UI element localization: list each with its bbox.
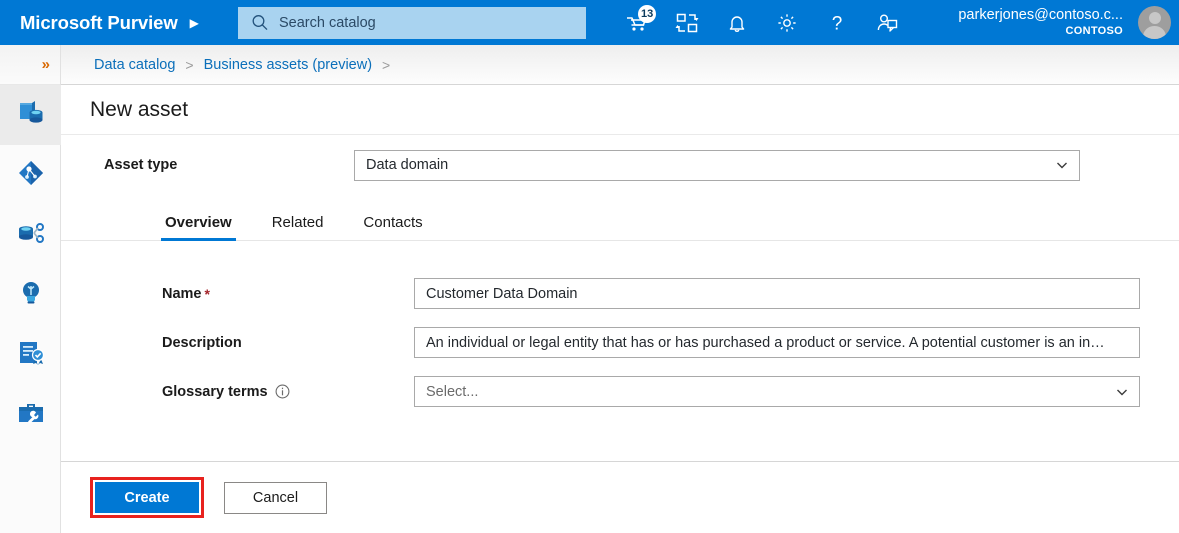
- brand-title[interactable]: Microsoft Purview: [20, 12, 178, 34]
- cart-badge-count: 13: [638, 5, 656, 23]
- management-toolbox-icon: [15, 397, 47, 434]
- description-input[interactable]: An individual or legal entity that has o…: [414, 327, 1140, 358]
- glossary-terms-label: Glossary terms: [162, 384, 414, 400]
- tab-contacts[interactable]: Contacts: [359, 214, 426, 240]
- header-icon-group: 13: [612, 0, 912, 45]
- asset-type-dropdown[interactable]: Data domain: [354, 150, 1080, 181]
- tab-related[interactable]: Related: [268, 214, 328, 240]
- chevron-down-icon: [1055, 158, 1069, 172]
- name-input[interactable]: Customer Data Domain: [414, 278, 1140, 309]
- search-icon: [250, 13, 270, 33]
- sidebar-item-data-quality[interactable]: [0, 325, 61, 385]
- name-value: Customer Data Domain: [426, 286, 578, 302]
- sidebar-item-data-estate-insights[interactable]: [0, 205, 61, 265]
- description-label: Description: [162, 335, 414, 351]
- user-org: CONTOSO: [1065, 24, 1123, 38]
- left-navigation-rail: »: [0, 45, 61, 533]
- chevron-right-icon: >: [382, 57, 390, 73]
- user-email: parkerjones@contoso.c...: [958, 7, 1123, 24]
- search-placeholder: Search catalog: [279, 15, 376, 31]
- rail-expand-button[interactable]: »: [0, 45, 60, 85]
- top-header-bar: Microsoft Purview ▶ Search catalog 13: [0, 0, 1179, 45]
- description-row: Description An individual or legal entit…: [61, 318, 1179, 367]
- chevron-right-icon: >: [185, 57, 193, 73]
- required-marker: *: [205, 286, 210, 302]
- avatar-body: [1143, 26, 1166, 39]
- data-policy-icon: [15, 277, 47, 314]
- description-value: An individual or legal entity that has o…: [426, 335, 1105, 351]
- data-catalog-icon: [15, 97, 47, 134]
- caret-right-icon[interactable]: ▶: [190, 17, 199, 29]
- form-actions: Create Cancel: [61, 462, 1179, 533]
- svg-text:?: ?: [832, 13, 843, 34]
- info-circle-icon[interactable]: [275, 384, 290, 399]
- feedback-person-icon[interactable]: [862, 0, 912, 45]
- asset-type-label: Asset type: [104, 157, 354, 173]
- settings-gear-icon[interactable]: [762, 0, 812, 45]
- new-asset-form: Asset type Data domain Overview Related …: [61, 135, 1179, 462]
- asset-tabs: Overview Related Contacts: [61, 195, 1179, 241]
- data-quality-certificate-icon: [15, 337, 47, 374]
- name-row: Name * Customer Data Domain: [61, 269, 1179, 318]
- breadcrumb-item-data-catalog[interactable]: Data catalog: [94, 57, 175, 73]
- tab-overview[interactable]: Overview: [161, 214, 236, 240]
- name-label: Name *: [162, 286, 414, 302]
- chevron-down-icon: [1115, 385, 1129, 399]
- overview-fields: Name * Customer Data Domain Description …: [61, 241, 1179, 416]
- asset-type-value: Data domain: [366, 157, 448, 173]
- search-input[interactable]: Search catalog: [238, 7, 586, 39]
- cancel-button[interactable]: Cancel: [224, 482, 327, 514]
- breadcrumb-item-business-assets[interactable]: Business assets (preview): [204, 57, 372, 73]
- notification-bell-icon[interactable]: [712, 0, 762, 45]
- help-question-icon[interactable]: ?: [812, 0, 862, 45]
- content-area: Data catalog > Business assets (preview)…: [61, 45, 1179, 533]
- avatar-head: [1149, 12, 1161, 24]
- glossary-terms-dropdown[interactable]: Select...: [414, 376, 1140, 407]
- page-title-row: New asset: [61, 85, 1179, 135]
- page-title: New asset: [90, 98, 188, 122]
- data-estate-insights-icon: [15, 217, 47, 254]
- create-button[interactable]: Create: [95, 482, 199, 513]
- sidebar-item-management[interactable]: [0, 385, 61, 445]
- create-button-highlight: Create: [90, 477, 204, 518]
- data-map-icon[interactable]: [662, 0, 712, 45]
- sidebar-item-data-policy[interactable]: [0, 265, 61, 325]
- glossary-terms-label-text: Glossary terms: [162, 384, 268, 400]
- asset-type-row: Asset type Data domain: [61, 135, 1179, 195]
- sidebar-item-data-map[interactable]: [0, 145, 61, 205]
- glossary-terms-row: Glossary terms Select...: [61, 367, 1179, 416]
- shopping-cart-icon[interactable]: 13: [612, 0, 662, 45]
- sidebar-item-data-catalog[interactable]: [0, 85, 61, 145]
- glossary-terms-placeholder: Select...: [426, 384, 478, 400]
- breadcrumb: Data catalog > Business assets (preview)…: [61, 45, 1179, 85]
- chevron-double-right-icon: »: [42, 57, 48, 72]
- data-map-icon: [15, 157, 47, 194]
- avatar[interactable]: [1138, 6, 1171, 39]
- user-account-menu[interactable]: parkerjones@contoso.c... CONTOSO: [958, 0, 1123, 45]
- name-label-text: Name: [162, 286, 202, 302]
